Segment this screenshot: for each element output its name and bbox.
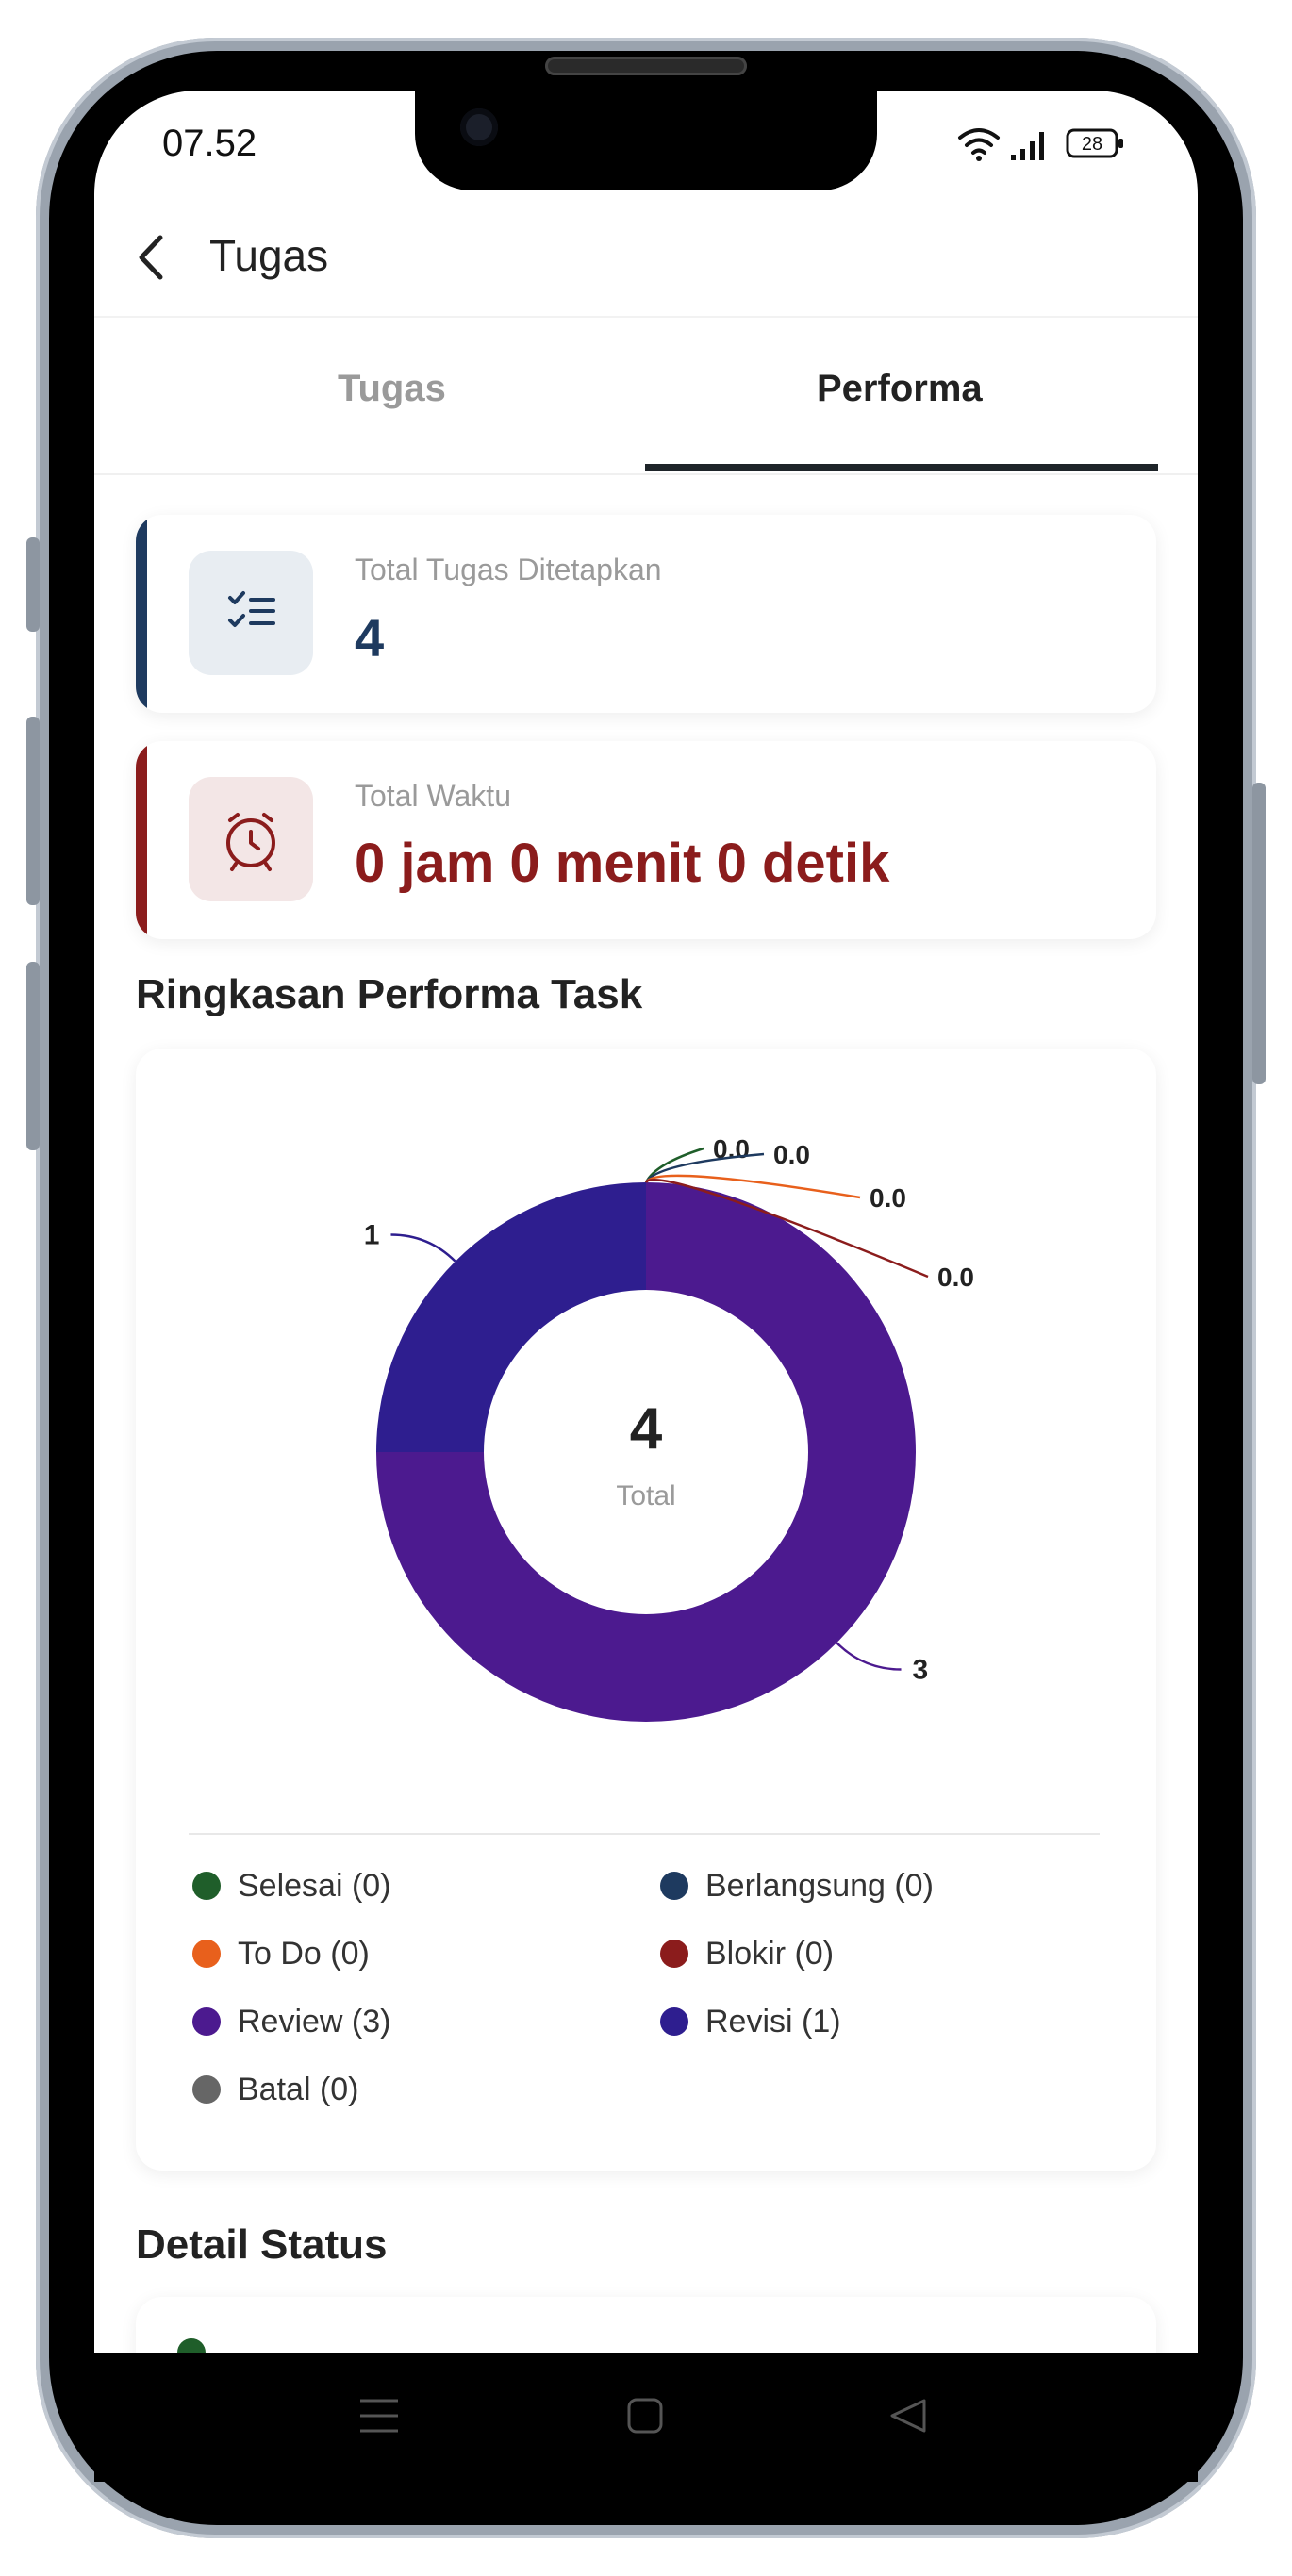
summary-section-title: Ringkasan Performa Task: [136, 971, 643, 1017]
card-accent-bar: [136, 741, 147, 939]
back-triangle-icon[interactable]: [886, 2397, 928, 2435]
legend-item-todo: To Do (0): [192, 1935, 370, 1973]
status-icons: 28: [958, 128, 1123, 161]
legend-dot: [192, 1940, 221, 1968]
total-time-card: Total Waktu 0 jam 0 menit 0 detik: [136, 741, 1156, 939]
front-camera: [460, 108, 498, 146]
tab-performa[interactable]: Performa: [817, 368, 983, 410]
silent-switch: [26, 537, 40, 632]
alarm-clock-icon: [226, 813, 275, 871]
leader-line-review: [836, 1642, 902, 1671]
total-time-label: Total Waktu: [355, 779, 511, 813]
data-label-berlangsung: 0.0: [773, 1140, 810, 1169]
legend-label: To Do (0): [238, 1935, 370, 1972]
signal-icon: [1011, 132, 1044, 160]
total-tasks-value: 4: [355, 608, 385, 668]
back-arrow-icon[interactable]: [132, 234, 170, 281]
data-label-revisi: 1: [364, 1219, 380, 1250]
donut-chart: 0.0 0.00.00.031 4 Total: [364, 1134, 974, 1722]
wifi-icon: [958, 128, 1000, 155]
legend-dot: [192, 1872, 221, 1900]
battery-level: 28: [1082, 134, 1102, 155]
legend-item-berlangsung: Berlangsung (0): [660, 1867, 934, 1905]
tab-tugas[interactable]: Tugas: [338, 368, 446, 410]
checklist-icon: [228, 591, 275, 627]
chart-center-value: 4: [630, 1396, 663, 1461]
battery-icon: 28: [1066, 128, 1123, 158]
legend-dot: [660, 1940, 688, 1968]
detail-section-title: Detail Status: [136, 2221, 388, 2268]
time-icon-tile: [189, 777, 313, 901]
legend-item-batal: Batal (0): [192, 2071, 359, 2108]
legend-label: Blokir (0): [705, 1935, 835, 1972]
total-tasks-card: Total Tugas Ditetapkan 4: [136, 515, 1156, 713]
legend-label: Berlangsung (0): [705, 1867, 934, 1904]
total-time-value: 0 jam 0 menit 0 detik: [355, 833, 890, 894]
tasks-icon-tile: [189, 551, 313, 675]
legend-item-selesai: Selesai (0): [192, 1867, 391, 1905]
legend-label: Selesai (0): [238, 1867, 391, 1904]
home-square-icon[interactable]: [626, 2397, 664, 2435]
legend-dot: [660, 1872, 688, 1900]
active-tab-indicator: [645, 464, 1158, 471]
card-accent-bar: [136, 515, 147, 713]
page-title: Tugas: [209, 231, 329, 280]
earpiece-speaker: [545, 57, 747, 75]
volume-up-button: [26, 717, 40, 905]
legend-item-revisi: Revisi (1): [660, 2003, 841, 2040]
status-time: 07.52: [162, 123, 257, 164]
data-label-review: 3: [913, 1655, 929, 1686]
legend-dot: [192, 2075, 221, 2104]
tabs-divider: [94, 473, 1198, 475]
chart-center-label: Total: [616, 1480, 675, 1511]
legend-label: Review (3): [238, 2003, 391, 2039]
volume-down-button: [26, 962, 40, 1150]
legend-label: Batal (0): [238, 2071, 359, 2107]
power-button: [1252, 783, 1266, 1084]
legend-divider: [189, 1833, 1100, 1835]
legend-label: Revisi (1): [705, 2003, 841, 2039]
legend-dot: [660, 2007, 688, 2036]
legend-item-blokir: Blokir (0): [660, 1935, 834, 1973]
leader-line-revisi: [390, 1233, 456, 1263]
header-divider: [94, 316, 1198, 318]
data-label-blokir: 0.0: [937, 1263, 974, 1292]
legend-item-review: Review (3): [192, 2003, 390, 2040]
legend-dot: [192, 2007, 221, 2036]
data-label-to-do: 0.0: [870, 1183, 906, 1213]
total-tasks-label: Total Tugas Ditetapkan: [355, 553, 662, 586]
menu-icon[interactable]: [358, 2395, 400, 2436]
